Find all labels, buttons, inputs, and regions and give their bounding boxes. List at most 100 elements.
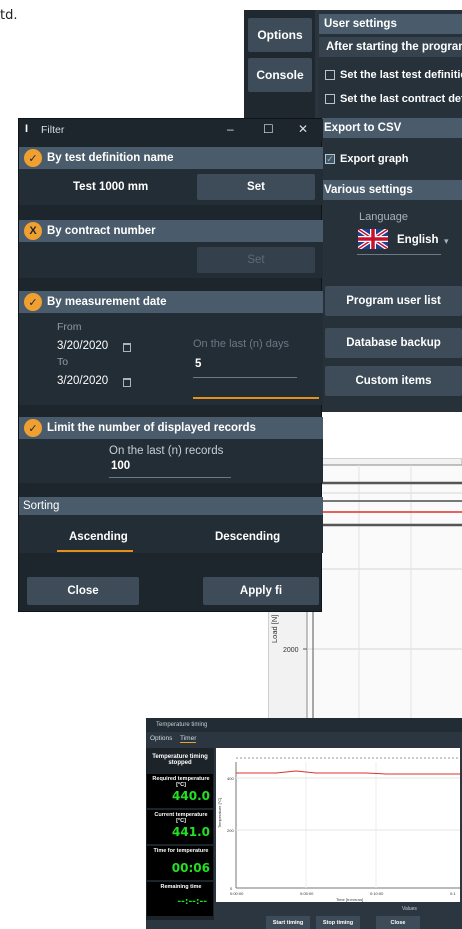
last-records-label: On the last (n) records [109, 445, 224, 457]
descending-tab[interactable]: Descending [215, 531, 280, 543]
temperature-chart: 400 200 0 Temperature [°C] 0:00:00 0:05:… [217, 757, 460, 902]
stop-timing-button[interactable]: Stop timing [316, 916, 360, 929]
test-definition-value: Test 1000 mm [73, 181, 149, 193]
set-test-definition-button[interactable]: Set [197, 174, 315, 200]
export-graph-label: Export graph [340, 153, 409, 165]
temp-y-axis-label: Temperature [°C] [217, 798, 222, 828]
time-for-temp-box: Time for temperature 00:06 [147, 846, 213, 880]
last-days-input[interactable]: 5 [195, 358, 201, 370]
contract-number-header[interactable]: By contract number [19, 220, 323, 242]
sorting-body: Ascending Descending [19, 515, 323, 553]
set-last-test-def-label: Set the last test definition [340, 69, 462, 81]
options-button[interactable]: Options [248, 18, 312, 52]
checkmark-icon[interactable]: ✓ [24, 293, 42, 311]
export-csv-header: Export to CSV [319, 118, 462, 138]
tab-options[interactable]: Options [150, 735, 172, 742]
set-contract-button[interactable]: Set [197, 247, 315, 273]
contract-number-body: Set [19, 242, 323, 278]
to-date-field[interactable]: 3/20/2020 [57, 375, 108, 387]
temp-y-tick-400: 400 [227, 776, 234, 781]
temp-x-tick-2: 0:10:00 [370, 891, 384, 896]
close-button[interactable]: Close [27, 577, 139, 605]
uk-flag-icon [358, 229, 388, 249]
temp-x-tick-3: 0:1 [450, 891, 456, 896]
filter-titlebar: I Filter – ☐ ✕ [19, 119, 323, 141]
sorting-header: Sorting [19, 497, 323, 515]
maximize-icon[interactable]: ☐ [263, 122, 274, 136]
filter-title: Filter [41, 124, 65, 136]
current-temp-label: Current temperature [°C] [154, 812, 208, 824]
timing-status: Temperature timing stopped [152, 754, 208, 766]
calendar-icon[interactable] [123, 343, 131, 352]
measurement-date-body: From 3/20/2020 To 3/20/2020 On the last … [19, 313, 323, 405]
set-last-contract-checkbox[interactable]: Set the last contract defi [325, 91, 462, 107]
current-temp-value: 441.0 [172, 825, 210, 839]
app-logo-icon: I [25, 123, 29, 135]
remaining-time-label: Remaining time [160, 884, 202, 890]
minimize-icon[interactable]: – [227, 122, 234, 136]
database-backup-button[interactable]: Database backup [325, 328, 462, 358]
limit-records-body: On the last (n) records 100 [19, 439, 323, 483]
temp-x-tick-1: 0:05:00 [300, 891, 314, 896]
temp-y-tick-200: 200 [227, 828, 234, 833]
chevron-down-icon[interactable]: ▾ [444, 236, 449, 247]
current-temp-box: Current temperature [°C] 441.0 [147, 810, 213, 844]
settings-panel: User settings After starting the program… [319, 10, 462, 412]
user-settings-header: User settings [319, 14, 462, 34]
console-button[interactable]: Console [248, 58, 312, 92]
required-temp-label: Required temperature [°C] [152, 776, 210, 788]
limit-records-header[interactable]: Limit the number of displayed records [19, 417, 323, 439]
temperature-timing-window: Temperature timing Options Timer Tempera… [146, 718, 462, 929]
program-user-list-button[interactable]: Program user list [325, 286, 462, 316]
temperature-status-panel: Temperature timing stopped Required temp… [146, 748, 214, 920]
calendar-icon[interactable] [123, 378, 131, 387]
checkbox-icon [325, 70, 335, 80]
language-label: Language [359, 211, 408, 223]
required-temp-value: 440.0 [172, 789, 210, 803]
y-tick-2000: 2000 [283, 647, 299, 654]
set-last-test-def-checkbox[interactable]: Set the last test definition [325, 67, 462, 83]
from-date-field[interactable]: 3/20/2020 [57, 340, 108, 352]
temp-close-button[interactable]: Close [376, 916, 420, 929]
set-last-contract-label: Set the last contract defi [340, 93, 462, 105]
apply-filter-button[interactable]: Apply fi [203, 577, 319, 605]
time-for-temp-label: Time for temperature [153, 848, 209, 854]
measurement-date-header[interactable]: By measurement date [19, 291, 323, 313]
to-label: To [57, 356, 69, 368]
remaining-time-value: --:--:-- [177, 897, 207, 907]
stray-text: td. [0, 8, 18, 23]
language-select[interactable]: English [397, 234, 439, 246]
from-label: From [57, 321, 82, 333]
test-definition-body: Test 1000 mm Set [19, 169, 323, 205]
filter-dialog: I Filter – ☐ ✕ By test definition name ✓… [18, 118, 323, 612]
various-settings-header: Various settings [319, 180, 462, 200]
cross-icon[interactable]: X [24, 222, 42, 240]
checkbox-icon [325, 94, 335, 104]
temp-x-axis-label: Time [h:mm:ss] [336, 897, 363, 902]
test-definition-header[interactable]: By test definition name [19, 147, 323, 169]
language-underline [357, 254, 441, 255]
ascending-indicator [57, 550, 133, 552]
date-tab-indicator [193, 397, 319, 399]
start-timing-button[interactable]: Start timing [266, 916, 310, 929]
required-temp-box: Required temperature [°C] 440.0 [147, 774, 213, 808]
temperature-titlebar: Temperature timing [146, 718, 462, 732]
last-days-underline [193, 377, 297, 378]
last-records-underline [109, 477, 231, 478]
values-checkbox[interactable]: Values [402, 906, 417, 912]
checkmark-icon[interactable]: ✓ [24, 149, 42, 167]
after-start-header: After starting the programe [319, 37, 462, 57]
export-graph-checkbox[interactable]: ✓ Export graph [325, 151, 462, 167]
close-icon[interactable]: ✕ [298, 122, 308, 136]
ascending-tab[interactable]: Ascending [69, 531, 128, 543]
tab-timer[interactable]: Timer [180, 735, 197, 743]
remaining-time-box: Remaining time --:--:-- [147, 882, 213, 916]
y-axis-label: Load [N] [270, 615, 279, 643]
checkmark-icon[interactable]: ✓ [24, 419, 42, 437]
temp-x-tick-0: 0:00:00 [230, 891, 244, 896]
custom-items-button[interactable]: Custom items [325, 366, 462, 396]
last-records-input[interactable]: 100 [111, 460, 130, 472]
last-days-label: On the last (n) days [193, 338, 289, 350]
temperature-plot: 400 200 0 Temperature [°C] 0:00:00 0:05:… [216, 748, 460, 902]
time-for-temp-value: 00:06 [171, 861, 210, 875]
